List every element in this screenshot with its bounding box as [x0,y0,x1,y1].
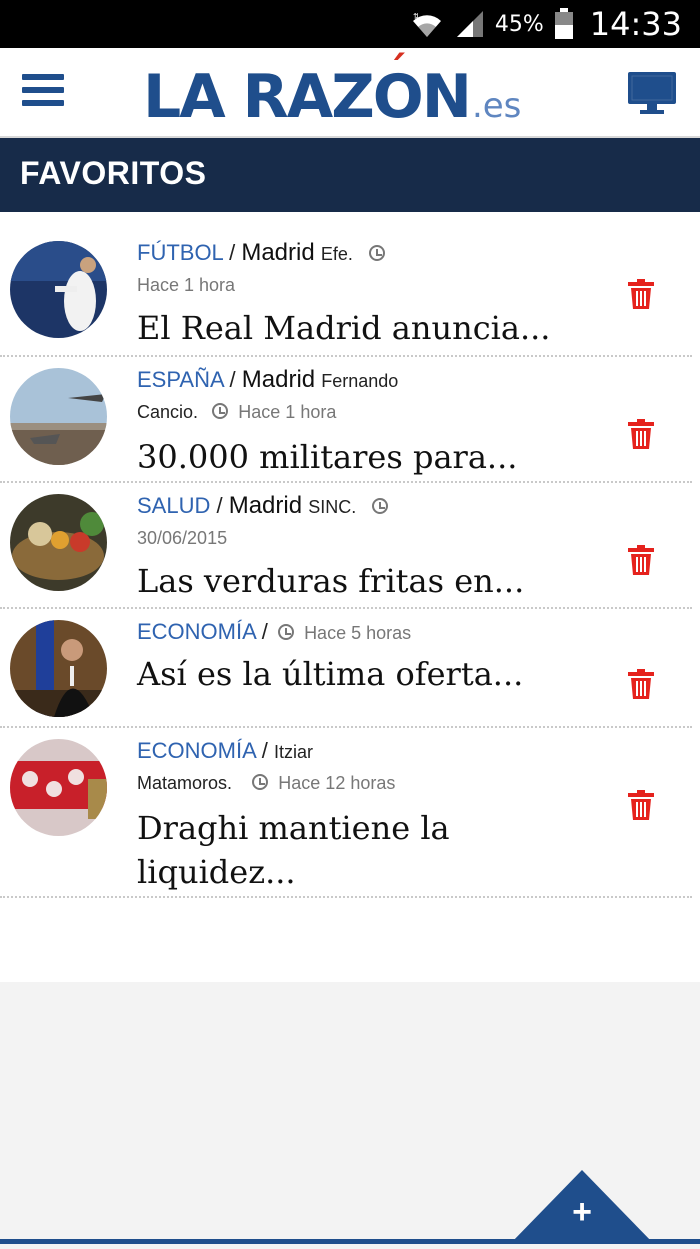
delete-trash-icon[interactable] [628,419,654,449]
author: Efe. [320,244,353,264]
clock-icon [277,624,294,640]
list-item[interactable]: FÚTBOL / Madrid Efe. Hace 1 hora El Real… [0,212,692,357]
category-link[interactable]: ESPAÑA [137,367,223,392]
time-row: Matamoros. Hace 12 horas [137,767,607,798]
logo-text: LA RAZO ´ N [143,49,472,132]
time-row: 30/06/2015 [137,522,607,553]
article-thumbnail[interactable] [10,368,107,465]
city: Madrid [228,492,303,519]
delete-trash-icon[interactable] [628,545,654,575]
list-item[interactable]: ECONOMÍA / Itziar Matamoros. Hace 12 hor… [0,728,692,898]
plus-icon: + [572,1193,592,1231]
time-row: Cancio. Hace 1 hora [137,396,607,427]
delete-trash-icon[interactable] [628,669,654,699]
clock-icon [212,403,229,419]
headline-line: liquidez... [137,853,296,891]
article-content[interactable]: ESPAÑA / Madrid Fernando Cancio. Hace 1 … [137,365,607,479]
timestamp: Hace 12 horas [278,773,396,793]
clock-icon [252,774,269,790]
wifi-icon: ⇅ [412,12,441,37]
article-thumbnail[interactable] [10,494,107,591]
signal-icon [456,11,483,37]
separator: / [229,367,242,392]
timestamp: 30/06/2015 [137,528,228,548]
svg-text:⇅: ⇅ [413,12,420,21]
city: Madrid [241,239,315,266]
author-continued: Matamoros. [137,773,233,793]
author: Fernando [321,371,399,391]
logo-suffix: .es [471,86,522,126]
category-link[interactable]: ECONOMÍA [137,738,256,763]
delete-trash-icon[interactable] [628,790,654,820]
list-item[interactable]: ESPAÑA / Madrid Fernando Cancio. Hace 1 … [0,357,692,483]
logo[interactable]: LA RAZO ´ N .es [143,49,522,132]
article-meta: FÚTBOL / Madrid Efe. [137,238,607,269]
section-title: FAVORITOS [20,155,207,191]
hamburger-menu-icon[interactable] [22,74,64,110]
headline[interactable]: Draghi mantiene la liquidez... [137,806,607,894]
article-thumbnail[interactable] [10,739,107,836]
delete-trash-icon[interactable] [628,279,654,309]
category-link[interactable]: SALUD [137,493,210,518]
clock-icon [372,498,389,514]
clock-time: 14:33 [589,5,682,43]
timestamp: Hace 1 hora [238,402,337,422]
article-content[interactable]: SALUD / Madrid SINC. 30/06/2015 Las verd… [137,491,607,603]
category-link[interactable]: FÚTBOL [137,240,223,265]
timestamp: Hace 5 horas [304,623,412,643]
app-header: LA RAZO ´ N .es [0,48,700,138]
city: Madrid [241,366,316,393]
headline[interactable]: El Real Madrid anuncia... [137,306,607,350]
author: Itziar [273,742,313,762]
clock-icon [368,245,385,261]
headline[interactable]: Las verduras fritas en... [137,559,607,603]
separator: / [261,619,274,644]
article-content[interactable]: ECONOMÍA / Hace 5 horas Así es la última… [137,617,607,696]
article-thumbnail[interactable] [10,620,107,717]
author-continued: Cancio. [137,402,199,422]
article-content[interactable]: ECONOMÍA / Itziar Matamoros. Hace 12 hor… [137,736,607,894]
article-content[interactable]: FÚTBOL / Madrid Efe. Hace 1 hora El Real… [137,238,607,350]
separator: / [261,738,274,763]
separator: / [229,240,242,265]
time-row: Hace 1 hora [137,269,607,300]
article-meta: ECONOMÍA / Itziar [137,736,607,767]
article-thumbnail[interactable] [10,241,107,338]
desktop-monitor-icon[interactable] [626,70,678,116]
article-meta: ECONOMÍA / Hace 5 horas [137,617,607,648]
section-header: FAVORITOS [0,138,700,212]
headline[interactable]: 30.000 militares para... [137,435,607,479]
headline[interactable]: Así es la última oferta... [137,652,607,696]
list-item[interactable]: SALUD / Madrid SINC. 30/06/2015 Las verd… [0,483,692,609]
list-item[interactable]: ECONOMÍA / Hace 5 horas Así es la última… [0,609,692,728]
timestamp: Hace 1 hora [137,275,236,295]
separator: / [216,493,229,518]
author: SINC. [308,497,357,517]
favorites-list: FÚTBOL / Madrid Efe. Hace 1 hora El Real… [0,212,700,982]
battery-icon [554,8,573,39]
bottom-edge-bar [0,1239,700,1244]
article-meta: ESPAÑA / Madrid Fernando [137,365,607,396]
battery-percent: 45% [494,11,544,37]
article-meta: SALUD / Madrid SINC. [137,491,607,522]
category-link[interactable]: ECONOMÍA [137,619,256,644]
headline-line: Draghi mantiene la [137,809,450,847]
status-bar: ⇅ 45% 14:33 [0,0,700,48]
